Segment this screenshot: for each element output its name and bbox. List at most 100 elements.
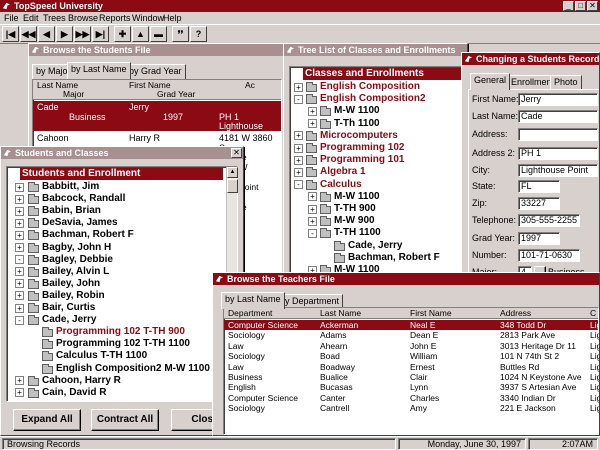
teacher-row[interactable]: Sociology Adams Dean E 2813 Park Ave Lig	[224, 330, 599, 340]
header-first-name[interactable]: First Name	[410, 308, 452, 319]
next-page-button[interactable]: ▶▶	[74, 26, 91, 42]
class-tree-item[interactable]: T-TH 900	[334, 203, 376, 215]
tree-item[interactable]: Cahoon, Harry R	[42, 375, 121, 387]
expand-icon[interactable]: +	[15, 230, 24, 240]
teacher-row[interactable]: Sociology Boad William 101 N 74th St 2 Lig	[224, 351, 599, 361]
delete-button[interactable]: ▬	[150, 26, 167, 42]
insert-button[interactable]: ✚	[114, 26, 131, 42]
collapse-icon[interactable]: -	[294, 180, 303, 190]
tree-item[interactable]: DeSavia, James	[42, 217, 118, 229]
expand-icon[interactable]: +	[15, 388, 24, 398]
expand-icon[interactable]: +	[15, 243, 24, 252]
change-button[interactable]: ▲	[132, 26, 149, 42]
number-field[interactable]: 101-71-0630	[518, 249, 580, 262]
next-record-button[interactable]: ▶	[56, 26, 73, 42]
tab-by-grad-year[interactable]: by Grad Year	[125, 64, 186, 79]
expand-icon[interactable]: +	[308, 106, 317, 116]
expand-icon[interactable]: +	[308, 204, 317, 214]
header-grad-year[interactable]: Grad Year	[157, 89, 195, 99]
scroll-up-button[interactable]: ▲	[227, 167, 238, 178]
class-tree-item[interactable]: T-TH 1100	[334, 227, 381, 239]
tree-item[interactable]: Calculus T-TH 1100	[56, 350, 147, 362]
expand-icon[interactable]: +	[15, 194, 24, 204]
last-field[interactable]: Cade	[518, 110, 598, 123]
expand-icon[interactable]: +	[15, 182, 24, 192]
tree-item[interactable]: Bachman, Robert F	[42, 229, 134, 241]
tab-photo[interactable]: Photo	[550, 75, 582, 90]
expand-icon[interactable]: +	[294, 131, 303, 141]
tree-item[interactable]: Babbitt, Jim	[42, 181, 99, 193]
collapse-icon[interactable]: -	[15, 255, 24, 265]
class-tree-item[interactable]: Calculus	[320, 179, 362, 191]
class-tree-item[interactable]: T-Th 1100	[334, 118, 380, 130]
expand-icon[interactable]: +	[15, 267, 24, 277]
expand-icon[interactable]: +	[15, 206, 24, 216]
class-tree-item[interactable]: M-W 900	[334, 215, 375, 227]
collapse-icon[interactable]: -	[308, 228, 317, 238]
help-button[interactable]: ?	[190, 26, 207, 42]
first-field[interactable]: Jerry	[518, 93, 598, 106]
expand-icon[interactable]: +	[294, 82, 303, 92]
teacher-row[interactable]: Law Boadway Ernest Buttles Rd Lig	[224, 362, 599, 372]
teacher-row[interactable]: Sociology Cantrell Amy 221 E Jackson Lig	[224, 403, 599, 413]
expand-icon[interactable]: +	[294, 143, 303, 153]
last-record-button[interactable]: ▶|	[92, 26, 109, 42]
expand-all-button[interactable]: Expand All	[13, 409, 81, 431]
close-button[interactable]: ✕	[587, 1, 598, 11]
expand-icon[interactable]: +	[308, 216, 317, 226]
tab-by-last-name[interactable]: by Last Name	[67, 62, 131, 79]
expand-icon[interactable]: +	[294, 155, 303, 165]
zip-field[interactable]: 33227	[518, 197, 560, 210]
expand-icon[interactable]: +	[308, 119, 317, 129]
class-tree-item[interactable]: Programming 101	[320, 154, 404, 166]
header-major[interactable]: Major	[63, 89, 84, 99]
tree-item[interactable]: Cain, David R	[42, 387, 106, 399]
tree-item[interactable]: Bagby, John H	[42, 242, 111, 254]
header-address[interactable]: Ac	[245, 80, 255, 90]
telephone-field[interactable]: 305-555-2255	[518, 214, 580, 227]
header-last-name[interactable]: Last Name	[320, 308, 361, 319]
address2-field[interactable]: PH 1	[518, 147, 598, 160]
header-city[interactable]: C	[590, 308, 596, 319]
previous-page-button[interactable]: ◀◀	[20, 26, 37, 42]
expand-icon[interactable]: +	[15, 291, 24, 301]
tree-item[interactable]: Bailey, Alvin L	[42, 266, 109, 278]
maximize-button[interactable]: □	[575, 1, 586, 11]
tree-item[interactable]: Bailey, John	[42, 278, 100, 290]
first-record-button[interactable]: |◀	[2, 26, 19, 42]
expand-icon[interactable]: +	[15, 376, 24, 386]
city-field[interactable]: Lighthouse Point	[518, 164, 598, 177]
tab-general[interactable]: General	[470, 73, 511, 90]
contract-all-button[interactable]: Contract All	[91, 409, 159, 431]
menu-browse[interactable]: Browse	[68, 12, 98, 24]
grad-year-field[interactable]: 1997	[518, 232, 560, 245]
expand-icon[interactable]: +	[15, 279, 24, 289]
tab-by-last-name[interactable]: by Last Name	[221, 292, 285, 309]
class-tree-item[interactable]: English Composition	[320, 81, 420, 93]
class-tree-item[interactable]: Bachman, Robert F	[348, 252, 440, 264]
menu-trees[interactable]: Trees	[43, 12, 66, 24]
help-cursor-button[interactable]: ❜❜	[172, 26, 189, 42]
expand-icon[interactable]: +	[15, 303, 24, 313]
class-tree-item[interactable]: M-W 1100	[334, 105, 380, 117]
tree-item[interactable]: Bagley, Debbie	[42, 254, 113, 266]
expand-icon[interactable]: +	[308, 192, 317, 202]
expand-icon[interactable]: +	[15, 218, 24, 228]
teacher-row[interactable]: English Bucasas Lynn 3937 S Artesian Ave Lig	[224, 382, 599, 392]
teacher-row[interactable]: Law Ahearn John E 3013 Heritage Dr 11 Lig	[224, 341, 599, 351]
tree-item[interactable]: Babin, Brian	[42, 205, 101, 217]
menu-file[interactable]: File	[4, 12, 19, 24]
tree-item[interactable]: Bailey, Robin	[42, 290, 105, 302]
address-field[interactable]	[518, 128, 598, 141]
previous-record-button[interactable]: ◀	[38, 26, 55, 42]
menu-reports[interactable]: Reports	[99, 12, 131, 24]
class-tree-item[interactable]: Programming 102	[320, 142, 404, 154]
class-tree-item[interactable]: Microcomputers	[320, 130, 398, 142]
minimize-button[interactable]: _	[563, 1, 574, 11]
students-classes-close-button[interactable]: ✕	[231, 148, 242, 158]
menu-window[interactable]: Window	[132, 12, 164, 24]
tree-item[interactable]: Programming 102 T-TH 1100	[56, 338, 190, 350]
collapse-icon[interactable]: -	[294, 94, 303, 104]
header-address[interactable]: Address	[500, 308, 531, 319]
scroll-thumb[interactable]	[227, 179, 238, 193]
